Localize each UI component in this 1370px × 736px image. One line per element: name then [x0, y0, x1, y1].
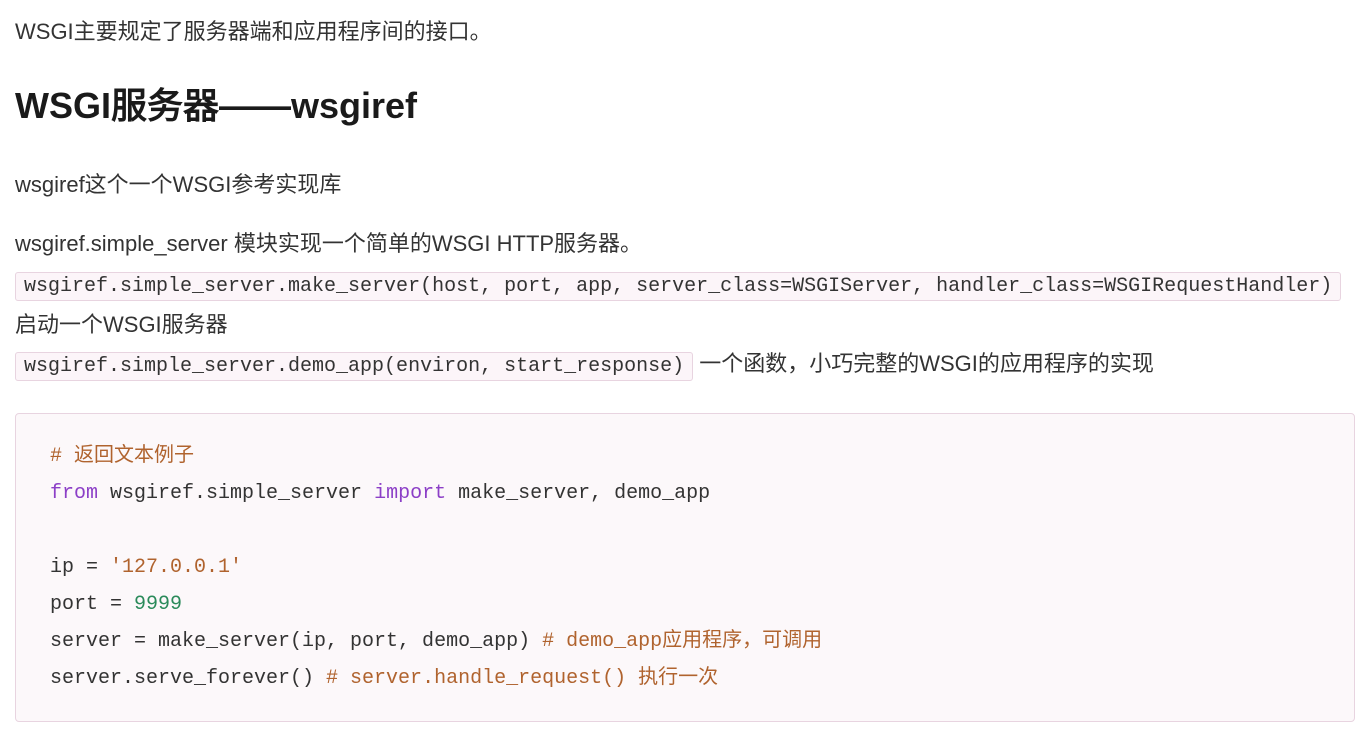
code-keyword-import: import: [374, 482, 446, 505]
code-assign-server: server = make_server(ip, port, demo_app): [50, 630, 542, 653]
code-import-names: make_server, demo_app: [446, 482, 710, 505]
api-description-make-server: 启动一个WSGI服务器: [15, 312, 228, 337]
code-comment: # demo_app应用程序，可调用: [542, 630, 822, 653]
description-paragraph-1: wsgiref这个一个WSGI参考实现库: [15, 167, 1355, 202]
api-description-block: wsgiref.simple_server 模块实现一个简单的WSGI HTTP…: [15, 224, 1355, 385]
code-comment: # 返回文本例子: [50, 445, 194, 468]
api-signature-make-server: wsgiref.simple_server.make_server(host, …: [15, 272, 1341, 301]
code-assign-ip: ip =: [50, 556, 110, 579]
code-module-name: wsgiref.simple_server: [98, 482, 374, 505]
module-description: wsgiref.simple_server 模块实现一个简单的WSGI HTTP…: [15, 231, 642, 256]
code-string-literal: '127.0.0.1': [110, 556, 242, 579]
code-keyword-from: from: [50, 482, 98, 505]
code-comment: # server.handle_request() 执行一次: [326, 667, 718, 690]
api-signature-demo-app: wsgiref.simple_server.demo_app(environ, …: [15, 352, 693, 381]
code-number-literal: 9999: [134, 593, 182, 616]
intro-paragraph: WSGI主要规定了服务器端和应用程序间的接口。: [15, 14, 1355, 49]
code-assign-port: port =: [50, 593, 134, 616]
api-description-demo-app: 一个函数，小巧完整的WSGI的应用程序的实现: [699, 351, 1154, 376]
code-call-serve-forever: server.serve_forever(): [50, 667, 326, 690]
section-heading: WSGI服务器——wsgiref: [15, 77, 1355, 135]
code-example-block: # 返回文本例子 from wsgiref.simple_server impo…: [15, 413, 1355, 722]
